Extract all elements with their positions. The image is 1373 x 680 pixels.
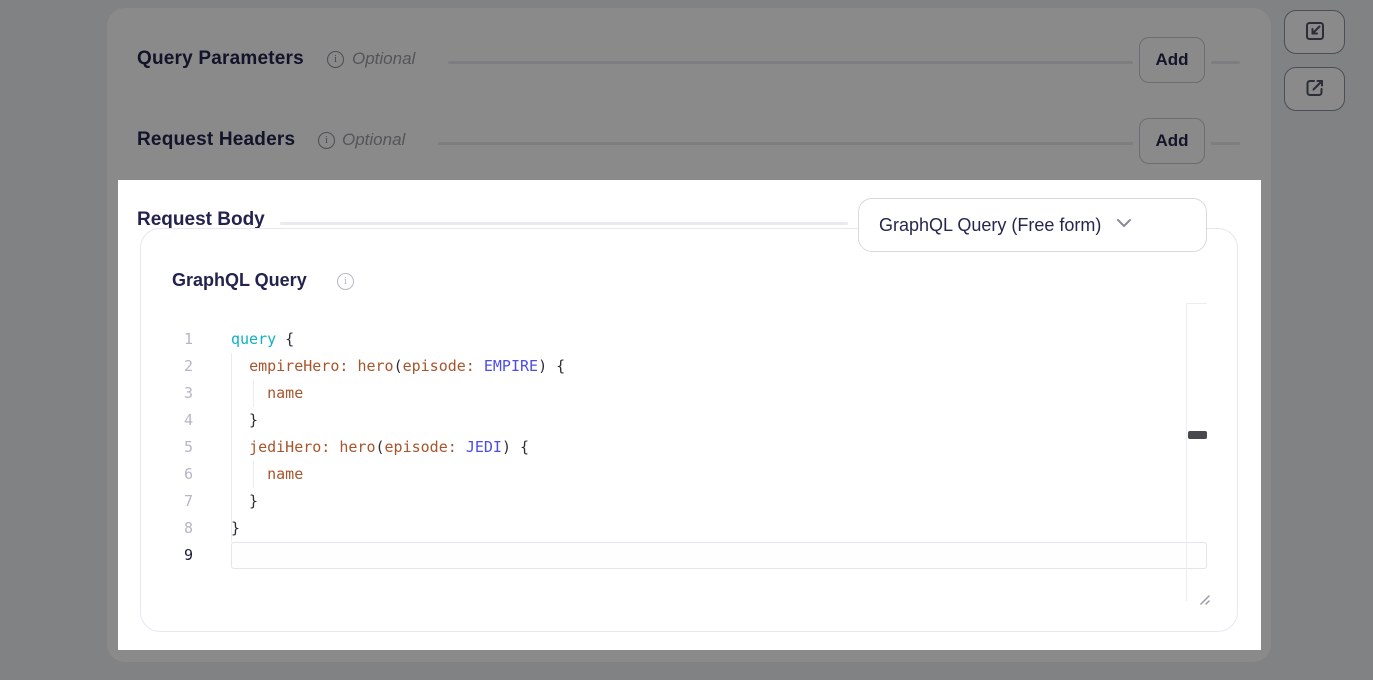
code-lines: query { empireHero: hero(episode: EMPIRE… xyxy=(231,326,1186,569)
code-line: } xyxy=(231,407,1186,434)
resize-grip-icon[interactable] xyxy=(1197,587,1210,614)
screen: Query Parameters i Optional Add Request … xyxy=(0,0,1373,680)
dim-overlay-top xyxy=(0,0,1373,180)
body-type-select[interactable]: GraphQL Query (Free form) xyxy=(858,198,1207,252)
info-circle-icon[interactable]: i xyxy=(337,273,354,290)
line-number: 1 xyxy=(167,326,193,353)
graphql-code-editor[interactable]: 123456789 query { empireHero: hero(episo… xyxy=(167,303,1207,601)
dim-overlay-bottom xyxy=(0,650,1373,680)
line-number: 2 xyxy=(167,353,193,380)
code-line xyxy=(231,542,1186,569)
code-line: jediHero: hero(episode: JEDI) { xyxy=(231,434,1186,461)
graphql-query-card: GraphQL Query i 123456789 query { empire… xyxy=(140,228,1238,632)
line-number: 6 xyxy=(167,461,193,488)
line-number: 4 xyxy=(167,407,193,434)
graphql-query-label: GraphQL Query xyxy=(172,270,307,291)
line-number: 7 xyxy=(167,488,193,515)
scrollbar-thumb[interactable] xyxy=(1188,431,1207,439)
divider-line xyxy=(280,222,848,225)
line-number: 5 xyxy=(167,434,193,461)
dim-overlay-left xyxy=(0,180,118,650)
chevron-down-icon xyxy=(1101,216,1133,234)
code-line: name xyxy=(231,380,1186,407)
code-line: name xyxy=(231,461,1186,488)
code-line: } xyxy=(231,515,1186,542)
line-number: 8 xyxy=(167,515,193,542)
editor-scrollbar[interactable] xyxy=(1186,303,1207,601)
editor-gutter: 123456789 xyxy=(167,326,193,569)
line-number: 9 xyxy=(167,542,193,569)
code-line: query { xyxy=(231,326,1186,353)
body-type-selected-value: GraphQL Query (Free form) xyxy=(879,215,1101,236)
dim-overlay-right xyxy=(1261,180,1373,650)
line-number: 3 xyxy=(167,380,193,407)
code-line: } xyxy=(231,488,1186,515)
code-line: empireHero: hero(episode: EMPIRE) { xyxy=(231,353,1186,380)
